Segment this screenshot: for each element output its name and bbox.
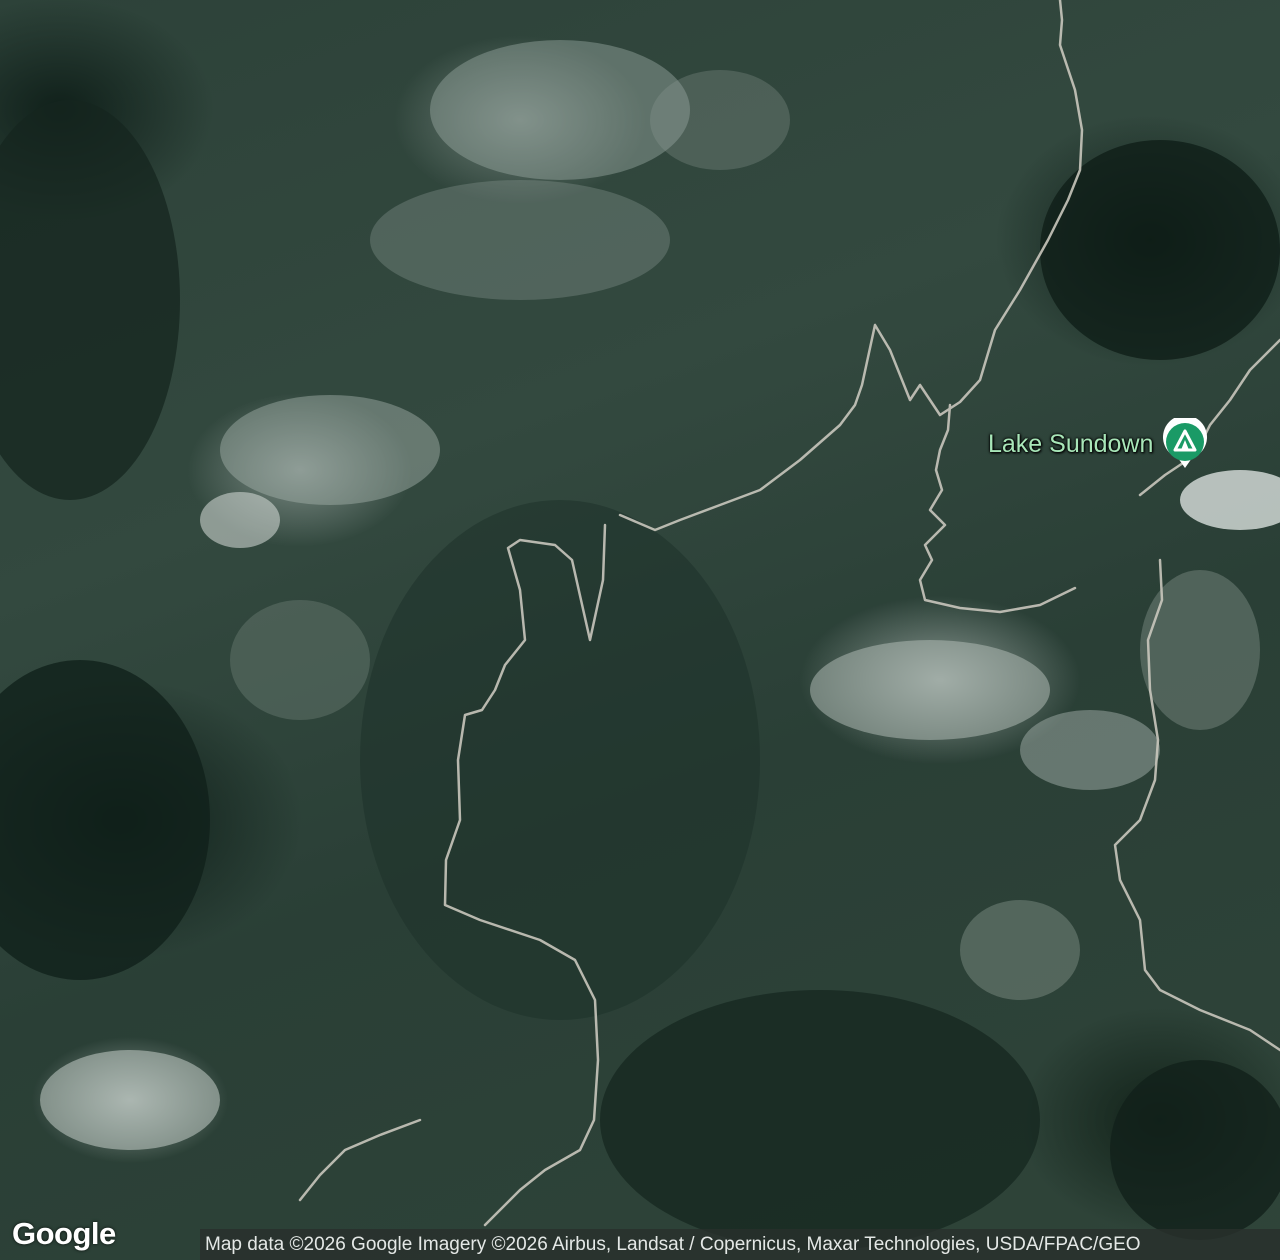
place-marker-label[interactable]: Lake Sundown (988, 430, 1153, 459)
campground-icon[interactable] (1159, 418, 1211, 470)
map-attribution: Map data ©2026 Google Imagery ©2026 Airb… (200, 1229, 1280, 1260)
road-network (298, 0, 1280, 1227)
road-segment (443, 523, 607, 1227)
road-segment (1113, 558, 1280, 1052)
google-logo: Google (12, 1216, 116, 1251)
place-marker[interactable]: Lake Sundown (988, 418, 1211, 470)
road-segment (298, 1118, 422, 1202)
map-canvas[interactable]: Lake Sundown Google Map data ©2026 Googl… (0, 0, 1280, 1260)
